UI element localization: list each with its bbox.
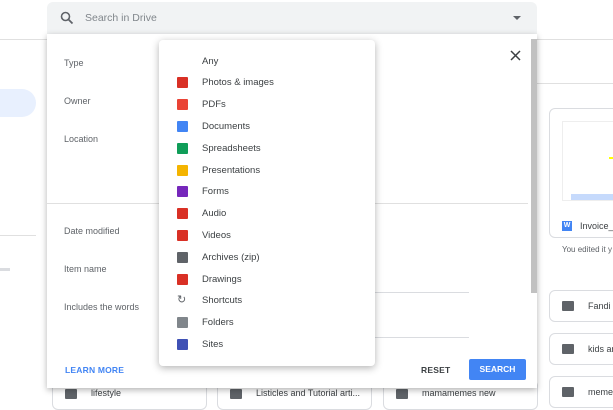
type-option-label: Documents: [202, 120, 251, 132]
thumbnail-table: [571, 194, 613, 200]
folder-icon: [562, 387, 574, 397]
type-option-label: Audio: [202, 208, 227, 220]
folder-card[interactable]: Fandi u: [549, 290, 613, 322]
archive-icon: [177, 251, 188, 263]
shared-folder-icon: [65, 389, 77, 399]
type-option-label: Sites: [202, 338, 224, 350]
type-option-sites[interactable]: Sites: [159, 334, 375, 354]
slides-icon: [177, 164, 188, 176]
pdf-icon: [177, 99, 188, 111]
type-option-label: Videos: [202, 229, 231, 241]
type-option-label: Spreadsheets: [202, 142, 261, 154]
folder-name: memes: [588, 387, 613, 397]
search-bar[interactable]: Search in Drive: [47, 2, 537, 35]
location-label: Location: [64, 134, 99, 144]
chevron-down-icon[interactable]: [513, 16, 521, 21]
file-thumbnail: [562, 121, 613, 201]
type-option-label: Archives (zip): [202, 251, 260, 263]
audio-icon: [177, 208, 188, 220]
type-option-label: PDFs: [202, 99, 226, 111]
sites-icon: [177, 338, 188, 350]
type-option-folders[interactable]: Folders: [159, 313, 375, 333]
type-option-forms[interactable]: Forms: [159, 182, 375, 202]
type-dropdown-menu: Any Photos & images PDFs Documents Spreadshe…: [159, 40, 375, 366]
drawing-icon: [177, 273, 188, 285]
divider: [537, 83, 613, 84]
type-option-shortcuts[interactable]: ↻ Shortcuts: [159, 291, 375, 311]
folder-name: Listicles and Tutorial arti...: [256, 388, 361, 398]
includes-words-label: Includes the words: [64, 302, 140, 312]
search-button[interactable]: SEARCH: [469, 359, 526, 380]
owner-label: Owner: [64, 96, 91, 106]
image-icon: [177, 77, 188, 89]
folder-name: lifestyle: [91, 388, 122, 398]
folder-card[interactable]: memes: [549, 376, 613, 408]
video-icon: [177, 229, 188, 241]
type-label: Type: [64, 58, 84, 68]
type-option-documents[interactable]: Documents: [159, 116, 375, 136]
folder-card[interactable]: kids ar: [549, 333, 613, 365]
type-option-pdfs[interactable]: PDFs: [159, 95, 375, 115]
close-icon[interactable]: [510, 50, 521, 61]
type-option-label: Drawings: [202, 273, 242, 285]
shared-folder-icon: [230, 389, 242, 399]
word-icon: W: [562, 221, 572, 231]
type-option-photos-images[interactable]: Photos & images: [159, 73, 375, 93]
type-option-any[interactable]: Any: [159, 51, 375, 71]
storage-bar: [0, 268, 10, 271]
forms-icon: [177, 186, 188, 198]
type-option-videos[interactable]: Videos: [159, 225, 375, 245]
docs-icon: [177, 120, 188, 132]
file-name: Invoice_: [580, 221, 613, 231]
folder-icon: [177, 317, 188, 329]
search-input[interactable]: Search in Drive: [85, 12, 157, 24]
type-option-label: Folders: [202, 317, 234, 329]
file-subtitle: You edited it y: [562, 245, 612, 254]
date-modified-label: Date modified: [64, 226, 120, 236]
type-option-label: Any: [202, 55, 219, 67]
learn-more-link[interactable]: LEARN MORE: [65, 365, 124, 375]
type-option-archives-zip[interactable]: Archives (zip): [159, 247, 375, 267]
header-divider: [0, 39, 47, 40]
sheets-icon: [177, 142, 188, 154]
shortcut-icon: ↻: [177, 294, 187, 307]
item-name-label: Item name: [64, 264, 107, 274]
type-option-label: Photos & images: [202, 77, 274, 89]
item-name-input[interactable]: [375, 292, 469, 293]
header-divider: [537, 39, 613, 40]
shared-folder-icon: [396, 389, 408, 399]
type-option-presentations[interactable]: Presentations: [159, 160, 375, 180]
type-option-audio[interactable]: Audio: [159, 204, 375, 224]
reset-button[interactable]: RESET: [421, 365, 450, 375]
type-option-label: Shortcuts: [202, 295, 243, 307]
thumbnail-highlight: [609, 157, 613, 159]
folder-name: kids ar: [588, 344, 613, 354]
folder-name: mamamemes new: [422, 388, 496, 398]
type-option-spreadsheets[interactable]: Spreadsheets: [159, 138, 375, 158]
includes-words-input[interactable]: [375, 337, 469, 338]
scrollbar[interactable]: [531, 39, 537, 293]
type-option-drawings[interactable]: Drawings: [159, 269, 375, 289]
sidebar-item-active[interactable]: [0, 89, 36, 117]
folder-name: Fandi u: [588, 301, 613, 311]
shared-folder-icon: [562, 344, 574, 354]
file-card[interactable]: W Invoice_: [549, 108, 613, 238]
type-option-label: Forms: [202, 186, 229, 198]
type-option-label: Presentations: [202, 164, 261, 176]
folder-icon: [562, 301, 574, 311]
sidebar-divider: [0, 235, 36, 236]
search-icon[interactable]: [60, 11, 74, 25]
